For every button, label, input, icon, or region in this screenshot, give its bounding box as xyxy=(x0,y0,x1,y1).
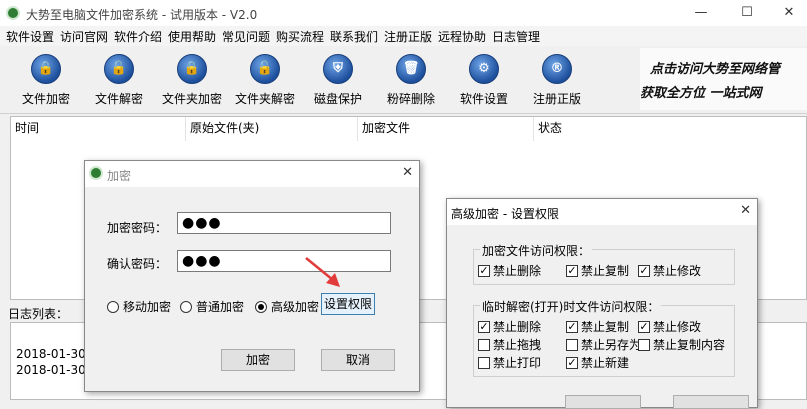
ok-button-partial[interactable] xyxy=(565,395,641,409)
cancel-button-partial[interactable] xyxy=(673,395,749,409)
g2-deny-print-checkbox[interactable]: 禁止打印 xyxy=(478,354,541,371)
checkbox-unchecked-icon xyxy=(478,338,490,351)
g1-deny-modify-checkbox[interactable]: ✓ 禁止修改 xyxy=(638,262,701,279)
checkbox-unchecked-icon xyxy=(638,338,650,351)
checkbox-unchecked-icon xyxy=(478,356,490,369)
checkbox-checked-icon: ✓ xyxy=(638,263,650,277)
dialog-title-bar: 高级加密 - 设置权限 ✕ xyxy=(447,199,757,225)
g2-deny-copy-checkbox[interactable]: ✓ 禁止复制 xyxy=(566,318,629,335)
checkbox-label: 禁止删除 xyxy=(493,320,542,334)
checkbox-label: 禁止修改 xyxy=(653,320,702,334)
advanced-permissions-dialog: 高级加密 - 设置权限 ✕ 加密文件访问权限： ✓ 禁止删除 ✓ 禁止复制 ✓ … xyxy=(446,198,758,409)
checkbox-checked-icon: ✓ xyxy=(478,263,490,277)
checkbox-checked-icon: ✓ xyxy=(566,319,578,333)
checkbox-label: 禁止修改 xyxy=(653,264,702,278)
g2-deny-delete-checkbox[interactable]: ✓ 禁止删除 xyxy=(478,318,541,335)
dialog-title: 高级加密 - 设置权限 xyxy=(451,207,559,221)
checkbox-label: 禁止删除 xyxy=(493,264,542,278)
close-icon[interactable]: ✕ xyxy=(740,203,751,218)
checkbox-label: 禁止复制 xyxy=(581,320,630,334)
g2-deny-drag-checkbox[interactable]: 禁止拖拽 xyxy=(478,336,541,353)
checkbox-checked-icon: ✓ xyxy=(638,319,650,333)
checkbox-label: 禁止拖拽 xyxy=(493,338,542,352)
checkbox-unchecked-icon xyxy=(566,338,578,351)
temp-decrypt-permissions-group: 临时解密(打开)时文件访问权限： ✓ 禁止删除 ✓ 禁止复制 ✓ 禁止修改 禁止… xyxy=(473,298,735,377)
encrypted-file-permissions-group: 加密文件访问权限： ✓ 禁止删除 ✓ 禁止复制 ✓ 禁止修改 xyxy=(473,242,735,285)
g2-deny-create-checkbox[interactable]: ✓ 禁止新建 xyxy=(566,354,629,371)
checkbox-label: 禁止打印 xyxy=(493,356,542,370)
g2-deny-modify-checkbox[interactable]: ✓ 禁止修改 xyxy=(638,318,701,335)
checkbox-label: 禁止另存为 xyxy=(581,338,642,352)
group-title: 临时解密(打开)时文件访问权限： xyxy=(480,298,662,315)
g2-deny-copy-content-checkbox[interactable]: 禁止复制内容 xyxy=(638,336,725,353)
g1-deny-copy-checkbox[interactable]: ✓ 禁止复制 xyxy=(566,262,629,279)
checkbox-checked-icon: ✓ xyxy=(566,263,578,277)
group-title: 加密文件访问权限： xyxy=(480,242,593,259)
checkbox-checked-icon: ✓ xyxy=(566,355,578,369)
checkbox-label: 禁止复制内容 xyxy=(653,338,726,352)
g1-deny-delete-checkbox[interactable]: ✓ 禁止删除 xyxy=(478,262,541,279)
checkbox-label: 禁止新建 xyxy=(581,356,630,370)
checkbox-checked-icon: ✓ xyxy=(478,319,490,333)
checkbox-label: 禁止复制 xyxy=(581,264,630,278)
g2-deny-save-as-checkbox[interactable]: 禁止另存为 xyxy=(566,336,641,353)
